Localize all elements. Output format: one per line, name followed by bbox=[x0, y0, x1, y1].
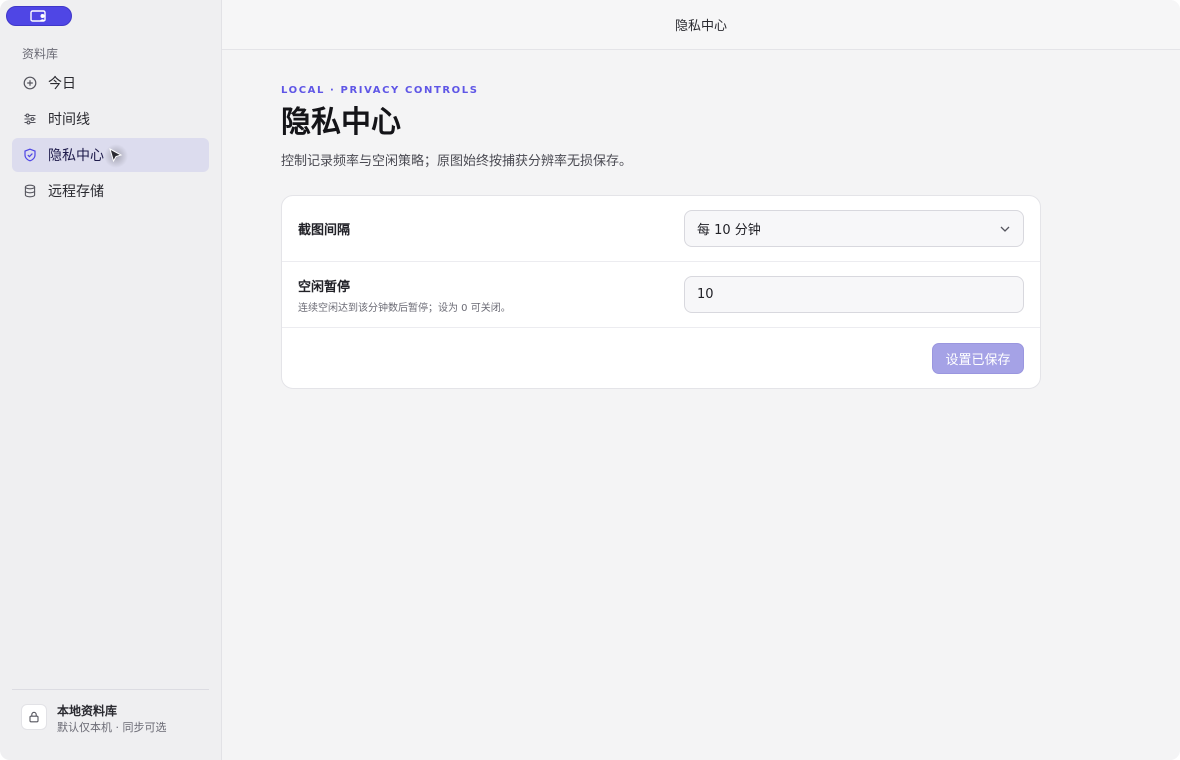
app-window: 资料库 今日 时间线 隐私中心 远程存储 本地资料库 默认仅本机 · 同步可选 … bbox=[0, 0, 1180, 760]
local-library-title: 本地资料库 bbox=[57, 704, 118, 718]
privacy-content: LOCAL · PRIVACY CONTROLS 隐私中心 控制记录频率与空闲策… bbox=[281, 85, 1041, 389]
database-icon bbox=[23, 184, 37, 198]
sidebar-item-label: 今日 bbox=[48, 76, 76, 92]
settings-footer: 设置已保存 bbox=[282, 328, 1040, 388]
interval-value: 每 10 分钟 bbox=[697, 223, 761, 238]
save-settings-button[interactable]: 设置已保存 bbox=[932, 342, 1024, 374]
main-panel: 隐私中心 LOCAL · PRIVACY CONTROLS 隐私中心 控制记录频… bbox=[222, 0, 1180, 760]
sliders-icon bbox=[23, 112, 37, 126]
interval-label: 截图间隔 bbox=[298, 223, 351, 238]
interval-select[interactable]: 每 10 分钟 bbox=[684, 210, 1024, 247]
sidebar-item-label: 时间线 bbox=[48, 112, 90, 128]
sidebar-item-remote-storage[interactable]: 远程存储 bbox=[12, 174, 209, 208]
page-description: 控制记录频率与空闲策略；原图始终按捕获分辨率无损保存。 bbox=[281, 154, 633, 169]
setting-row-interval: 截图间隔 每 10 分钟 bbox=[282, 196, 1040, 262]
idle-pause-label: 空闲暂停 bbox=[298, 279, 351, 295]
page-eyebrow: LOCAL · PRIVACY CONTROLS bbox=[281, 85, 479, 96]
sidebar-section-label: 资料库 bbox=[22, 47, 59, 61]
sidebar-item-privacy-center[interactable]: 隐私中心 bbox=[12, 138, 209, 172]
mouse-cursor bbox=[104, 144, 128, 168]
sidebar: 资料库 今日 时间线 隐私中心 远程存储 本地资料库 默认仅本机 · 同步可选 bbox=[0, 0, 222, 760]
idle-minutes-input[interactable]: 10 bbox=[684, 276, 1024, 313]
account-card-icon bbox=[30, 10, 46, 22]
plus-circle-icon bbox=[23, 76, 37, 90]
local-library-status: 本地资料库 默认仅本机 · 同步可选 bbox=[12, 689, 209, 737]
shield-check-icon bbox=[23, 148, 37, 162]
setting-row-idle-pause: 空闲暂停 连续空闲达到该分钟数后暂停；设为 0 可关闭。 10 bbox=[282, 262, 1040, 328]
lock-icon bbox=[21, 704, 47, 730]
window-title: 隐私中心 bbox=[674, 19, 727, 34]
settings-card: 截图间隔 每 10 分钟 空闲暂停 连续空闲达到该分钟数后暂停；设为 0 可关闭… bbox=[281, 195, 1041, 389]
sidebar-item-today[interactable]: 今日 bbox=[12, 66, 209, 100]
page-title: 隐私中心 bbox=[281, 105, 401, 140]
sidebar-item-timeline[interactable]: 时间线 bbox=[12, 102, 209, 136]
sidebar-nav: 今日 时间线 隐私中心 远程存储 bbox=[12, 66, 209, 210]
sidebar-item-label: 远程存储 bbox=[48, 184, 104, 200]
local-library-subtitle: 默认仅本机 · 同步可选 bbox=[57, 721, 167, 734]
chevron-down-icon bbox=[1000, 226, 1010, 232]
idle-minutes-value: 10 bbox=[697, 287, 714, 302]
idle-pause-hint: 连续空闲达到该分钟数后暂停；设为 0 可关闭。 bbox=[298, 302, 511, 314]
sidebar-item-label: 隐私中心 bbox=[48, 148, 104, 164]
profile-switcher-button[interactable] bbox=[6, 6, 72, 26]
window-title-bar: 隐私中心 bbox=[222, 0, 1180, 50]
